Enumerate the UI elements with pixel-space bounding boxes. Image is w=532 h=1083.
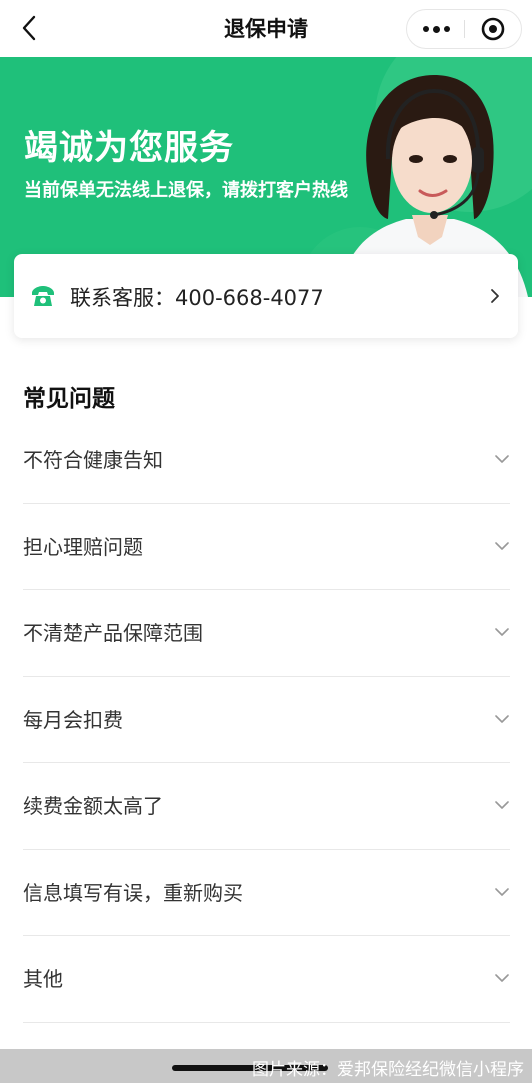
contact-service-card[interactable]: 联系客服：400-668-4077 — [14, 254, 518, 338]
phone-icon — [32, 286, 54, 306]
faq-item[interactable]: 不清楚产品保障范围 — [23, 590, 510, 677]
faq-section-title: 常见问题 — [23, 386, 115, 412]
target-circle-icon — [481, 17, 505, 41]
chevron-right-icon — [491, 289, 499, 303]
banner-subline: 当前保单无法线上退保，请拨打客户热线 — [24, 180, 348, 201]
mini-program-capsule — [406, 9, 522, 49]
faq-item-label: 每月会扣费 — [23, 707, 123, 732]
faq-item[interactable]: 续费金额太高了 — [23, 763, 510, 850]
chevron-down-icon — [495, 974, 509, 982]
close-button[interactable] — [465, 10, 522, 48]
faq-item-label: 不清楚产品保障范围 — [23, 621, 203, 645]
chevron-down-icon — [495, 887, 509, 896]
faq-item-label: 信息填写有误，重新购买 — [23, 880, 243, 905]
chevron-down-icon — [495, 628, 509, 636]
image-source-watermark: 图片来源：爱邦保险经纪微信小程序 — [252, 1060, 524, 1080]
banner-headline: 竭诚为您服务 — [24, 128, 234, 168]
chevron-down-icon — [495, 541, 509, 550]
more-button[interactable] — [407, 10, 464, 48]
faq-item-label: 其他 — [23, 967, 63, 991]
faq-item[interactable]: 不符合健康告知 — [23, 417, 510, 504]
footer-bar: 图片来源：爱邦保险经纪微信小程序 — [0, 1049, 532, 1083]
chevron-down-icon — [495, 801, 509, 809]
faq-item[interactable]: 每月会扣费 — [23, 677, 510, 763]
more-dots-icon — [423, 26, 429, 32]
faq-item-label: 担心理赔问题 — [23, 534, 143, 559]
chevron-down-icon — [495, 714, 509, 723]
faq-item[interactable]: 其他 — [23, 936, 510, 1023]
chevron-down-icon — [495, 455, 509, 463]
navigation-bar: 退保申请 — [0, 0, 532, 57]
faq-item[interactable]: 担心理赔问题 — [23, 504, 510, 590]
faq-item-label: 续费金额太高了 — [23, 794, 163, 818]
faq-item[interactable]: 信息填写有误，重新购买 — [23, 850, 510, 936]
contact-phone-label: 联系客服：400-668-4077 — [70, 286, 324, 310]
faq-item-label: 不符合健康告知 — [23, 448, 163, 472]
faq-list: 不符合健康告知 担心理赔问题 不清楚产品保障范围 每月会扣费 续费金额太高了 信… — [23, 417, 510, 1023]
